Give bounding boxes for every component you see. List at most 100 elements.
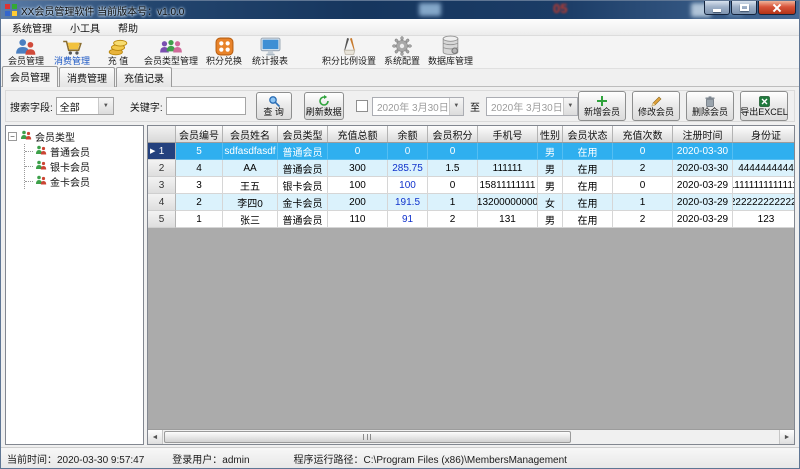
tree-item-label: 金卡会员 [50, 174, 90, 189]
window-controls [703, 1, 796, 15]
search-field-label: 搜索字段: [10, 99, 53, 114]
toolbar-button-recharge[interactable]: 充 值 [95, 35, 141, 66]
table-row[interactable]: 42李四0金卡会员200191.5113200000000女在用12020-03… [148, 194, 794, 211]
table-cell: 1 [176, 211, 223, 228]
table-row[interactable]: ▶15sdfasdfasdf普通会员000男在用02020-03-30 [148, 143, 794, 160]
consume-icon [61, 35, 83, 56]
toolbar-button-points-exchange[interactable]: 积分兑换 [201, 35, 247, 66]
toolbar-button-members[interactable]: 会员管理 [3, 35, 49, 66]
table-cell: 0 [328, 143, 388, 160]
close-icon [772, 3, 782, 13]
table-cell: 191.5 [388, 194, 428, 211]
row-header-cell: 4 [148, 194, 176, 211]
add-member-button[interactable]: 新增会员 [578, 91, 626, 121]
toolbar-item-label: 会员类型管理 [144, 56, 198, 66]
date-to-picker[interactable]: 2020年 3月30日 ▼ [486, 97, 578, 116]
query-button[interactable]: 查 询 [256, 92, 292, 120]
member-group-icon [20, 130, 32, 143]
toolbar-button-system-config[interactable]: 系统配置 [379, 35, 425, 66]
table-cell: 1.5 [428, 160, 478, 177]
table-cell: 0 [428, 143, 478, 160]
close-button[interactable] [758, 1, 796, 15]
column-header[interactable]: 充值次数 [613, 126, 673, 142]
toolbar-item-label: 消费管理 [54, 56, 90, 66]
window-title: XX会员管理软件 当前版本号：v1.0.0 [21, 3, 184, 18]
column-header[interactable]: 注册时间 [673, 126, 733, 142]
table-cell: 在用 [563, 143, 613, 160]
tab-0[interactable]: 会员管理 [2, 66, 58, 87]
column-header[interactable]: 手机号 [478, 126, 538, 142]
maximize-icon [740, 4, 749, 11]
column-header[interactable]: 会员状态 [563, 126, 613, 142]
table-cell [733, 143, 795, 160]
menu-item-tools[interactable]: 小工具 [61, 19, 109, 36]
scroll-left-icon[interactable]: ◄ [148, 430, 163, 444]
table-cell: 2020-03-30 [673, 143, 733, 160]
tree-item-2[interactable]: 金卡会员 [25, 174, 141, 189]
tree-item-1[interactable]: 银卡会员 [25, 159, 141, 174]
table-cell: 310222222222222222222 [733, 194, 795, 211]
table-cell: 0 [613, 177, 673, 194]
tree-root-member-type[interactable]: − 会员类型 [8, 129, 141, 144]
scroll-right-icon[interactable]: ► [779, 430, 794, 444]
column-header[interactable]: 充值总额 [328, 126, 388, 142]
table-cell: 131 [478, 211, 538, 228]
toolbar-button-database[interactable]: 数据库管理 [425, 35, 476, 66]
scrollbar-thumb[interactable] [164, 431, 571, 443]
table-cell: 男 [538, 143, 563, 160]
refresh-button[interactable]: 刷新数据 [304, 92, 344, 120]
date-from-picker[interactable]: 2020年 3月30日 ▼ [372, 97, 464, 116]
column-header[interactable]: 性别 [538, 126, 563, 142]
desktop-blur-text: 05 [553, 1, 567, 16]
toolbar: 会员管理消费管理充 值会员类型管理积分兑换统计报表积分比例设置系统配置数据库管理 [1, 36, 799, 69]
horizontal-scrollbar[interactable]: ◄ ► [148, 429, 794, 444]
table-cell: 300 [328, 160, 388, 177]
table-cell: 普通会员 [278, 211, 328, 228]
tree-collapse-icon[interactable]: − [8, 132, 17, 141]
maximize-button[interactable] [731, 1, 757, 15]
export-excel-button[interactable]: 导出EXCEL [740, 91, 788, 121]
edit-member-label: 修改会员 [638, 107, 674, 117]
points-exchange-icon [215, 35, 234, 56]
table-row[interactable]: 24AA普通会员300285.751.5111111男在用22020-03-30… [148, 160, 794, 177]
member-type-icon [159, 35, 183, 56]
column-header[interactable]: 会员姓名 [223, 126, 278, 142]
row-header-cell: 3 [148, 177, 176, 194]
toolbar-button-consume[interactable]: 消费管理 [49, 35, 95, 66]
table-cell: 15811111111 [478, 177, 538, 194]
column-header[interactable]: 会员编号 [176, 126, 223, 142]
column-header[interactable]: 余额 [388, 126, 428, 142]
tree-item-label: 普通会员 [50, 144, 90, 159]
search-field-dropdown[interactable]: 全部 ▼ [56, 97, 114, 115]
toolbar-button-report[interactable]: 统计报表 [247, 35, 293, 66]
plus-icon [597, 95, 607, 107]
date-filter-checkbox[interactable] [356, 100, 368, 112]
menu-item-help[interactable]: 帮助 [109, 19, 147, 36]
toolbar-button-points-ratio[interactable]: 积分比例设置 [319, 35, 379, 66]
table-cell: 金卡会员 [278, 194, 328, 211]
table-cell: 2 [613, 160, 673, 177]
keyword-input[interactable] [166, 97, 246, 115]
status-program-path: 程序运行路径：C:\Program Files (x86)\MembersMan… [294, 451, 567, 466]
toolbar-button-member-type[interactable]: 会员类型管理 [141, 35, 201, 66]
tab-2[interactable]: 充值记录 [116, 67, 172, 87]
menu-item-system-manage[interactable]: 系统管理 [3, 19, 61, 36]
toolbar-item-label: 数据库管理 [428, 56, 473, 66]
column-header[interactable]: 会员积分 [428, 126, 478, 142]
table-cell: 2 [613, 211, 673, 228]
tree-item-0[interactable]: 普通会员 [25, 144, 141, 159]
tab-1[interactable]: 消费管理 [59, 67, 115, 87]
member-type-tree: − 会员类型 普通会员银卡会员金卡会员 [5, 125, 144, 445]
delete-member-button[interactable]: 删除会员 [686, 91, 734, 121]
grid-corner-cell [148, 126, 176, 142]
edit-member-button[interactable]: 修改会员 [632, 91, 680, 121]
scrollbar-grip [363, 434, 371, 440]
table-row[interactable]: 33王五银卡会员100100015811111111男在用02020-03-29… [148, 177, 794, 194]
search-panel: 搜索字段: 全部 ▼ 关键字: 查 询 刷新数据 2020年 3月 [5, 90, 795, 122]
column-header[interactable]: 会员类型 [278, 126, 328, 142]
table-cell: 在用 [563, 177, 613, 194]
table-cell: 100 [328, 177, 388, 194]
column-header[interactable]: 身份证 [733, 126, 795, 142]
table-row[interactable]: 51张三普通会员110912131男在用22020-03-29123 [148, 211, 794, 228]
minimize-button[interactable] [704, 1, 730, 15]
